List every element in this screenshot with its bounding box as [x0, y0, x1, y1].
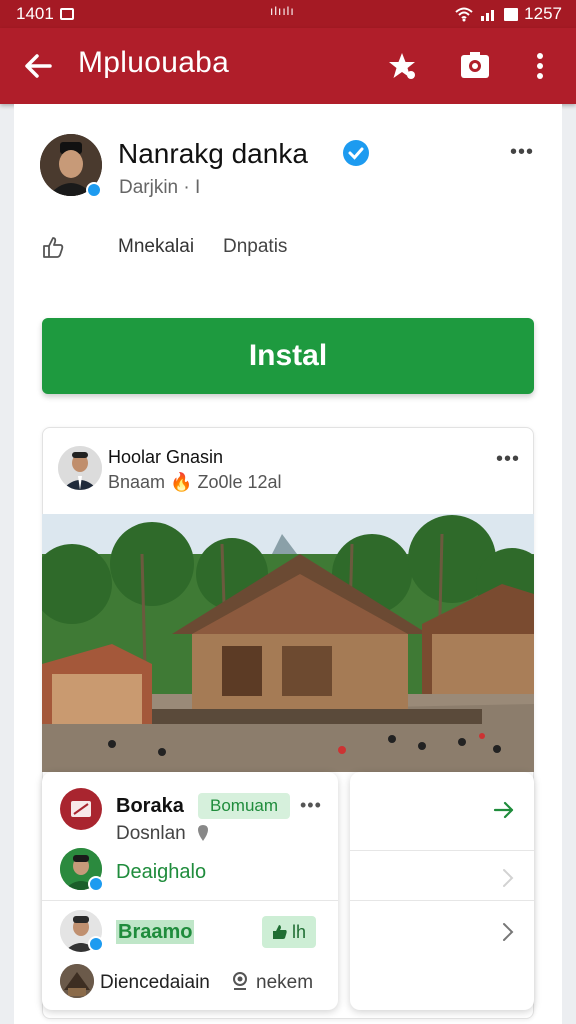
profile-tab-2[interactable]: Dnpatis: [223, 236, 287, 258]
arrow-right-icon[interactable]: [492, 798, 516, 822]
profile-more-icon[interactable]: •••: [510, 141, 534, 164]
app-title: Mpluouaba: [78, 46, 230, 79]
row4-label[interactable]: Diencedaiain: [100, 972, 210, 994]
status-time-group: 1401: [16, 4, 74, 24]
notification-icon: [59, 8, 74, 20]
status-center: ılıılı: [270, 4, 295, 18]
location-icon: [233, 972, 247, 990]
signal-icon: [481, 10, 495, 21]
row2-verified-icon: [88, 876, 104, 892]
post-meta: Bnaam 🔥 Zo0le 12al: [108, 472, 282, 492]
post-author-name[interactable]: Hoolar Gnasin: [108, 447, 223, 468]
post-author-avatar[interactable]: [58, 446, 102, 490]
profile-subtitle: Darjkin · I: [119, 177, 201, 198]
pin-icon: [198, 825, 208, 841]
more-vert-icon[interactable]: [528, 48, 552, 84]
row1-badge: Bomuam: [198, 793, 290, 819]
row1-avatar[interactable]: [60, 788, 102, 830]
row1-subtitle: Dosnlan: [116, 823, 186, 844]
row4-extra: nekem: [256, 972, 314, 993]
thumb-up-icon: [272, 925, 287, 939]
install-button[interactable]: Instal: [42, 318, 534, 394]
status-bar: 1401 ılıılı 1257: [0, 0, 576, 28]
chevron-right-icon[interactable]: [496, 920, 520, 944]
star-bookmark-icon[interactable]: [386, 50, 418, 82]
camera-icon[interactable]: [458, 48, 492, 82]
post-more-icon[interactable]: •••: [496, 448, 520, 471]
battery-icon: [504, 7, 519, 21]
row2-label[interactable]: Deaighalo: [116, 861, 206, 884]
row1-title[interactable]: Boraka: [116, 795, 184, 818]
like-chip[interactable]: lh: [262, 916, 316, 948]
avatar-verified-icon: [86, 182, 102, 198]
logo-icon: [71, 801, 91, 817]
author-photo: [58, 446, 102, 490]
side-divider-2: [350, 900, 534, 901]
row4-avatar[interactable]: [60, 964, 94, 998]
chevron-right-icon[interactable]: [496, 866, 520, 890]
row3-verified-icon: [88, 936, 104, 952]
verified-badge-icon: [343, 140, 369, 166]
row3-label[interactable]: Braamo: [116, 920, 195, 944]
row4-photo: [60, 964, 94, 998]
status-clock: 1257: [524, 4, 562, 23]
status-right-group: 1257: [454, 0, 562, 28]
profile-tab-1[interactable]: Mnekalai: [118, 236, 194, 258]
row1-more-icon[interactable]: •••: [300, 795, 322, 816]
like-chip-label: lh: [291, 921, 306, 942]
wifi-icon: [455, 7, 473, 22]
post-image[interactable]: [42, 514, 534, 772]
status-time: 1401: [16, 4, 54, 23]
profile-name: Nanrakg danka: [118, 138, 308, 169]
thumb-icon[interactable]: [40, 234, 66, 260]
side-divider-1: [350, 850, 534, 851]
row-divider: [42, 900, 338, 901]
back-arrow-icon[interactable]: [20, 48, 56, 84]
app-bar: Mpluouaba: [0, 28, 576, 104]
